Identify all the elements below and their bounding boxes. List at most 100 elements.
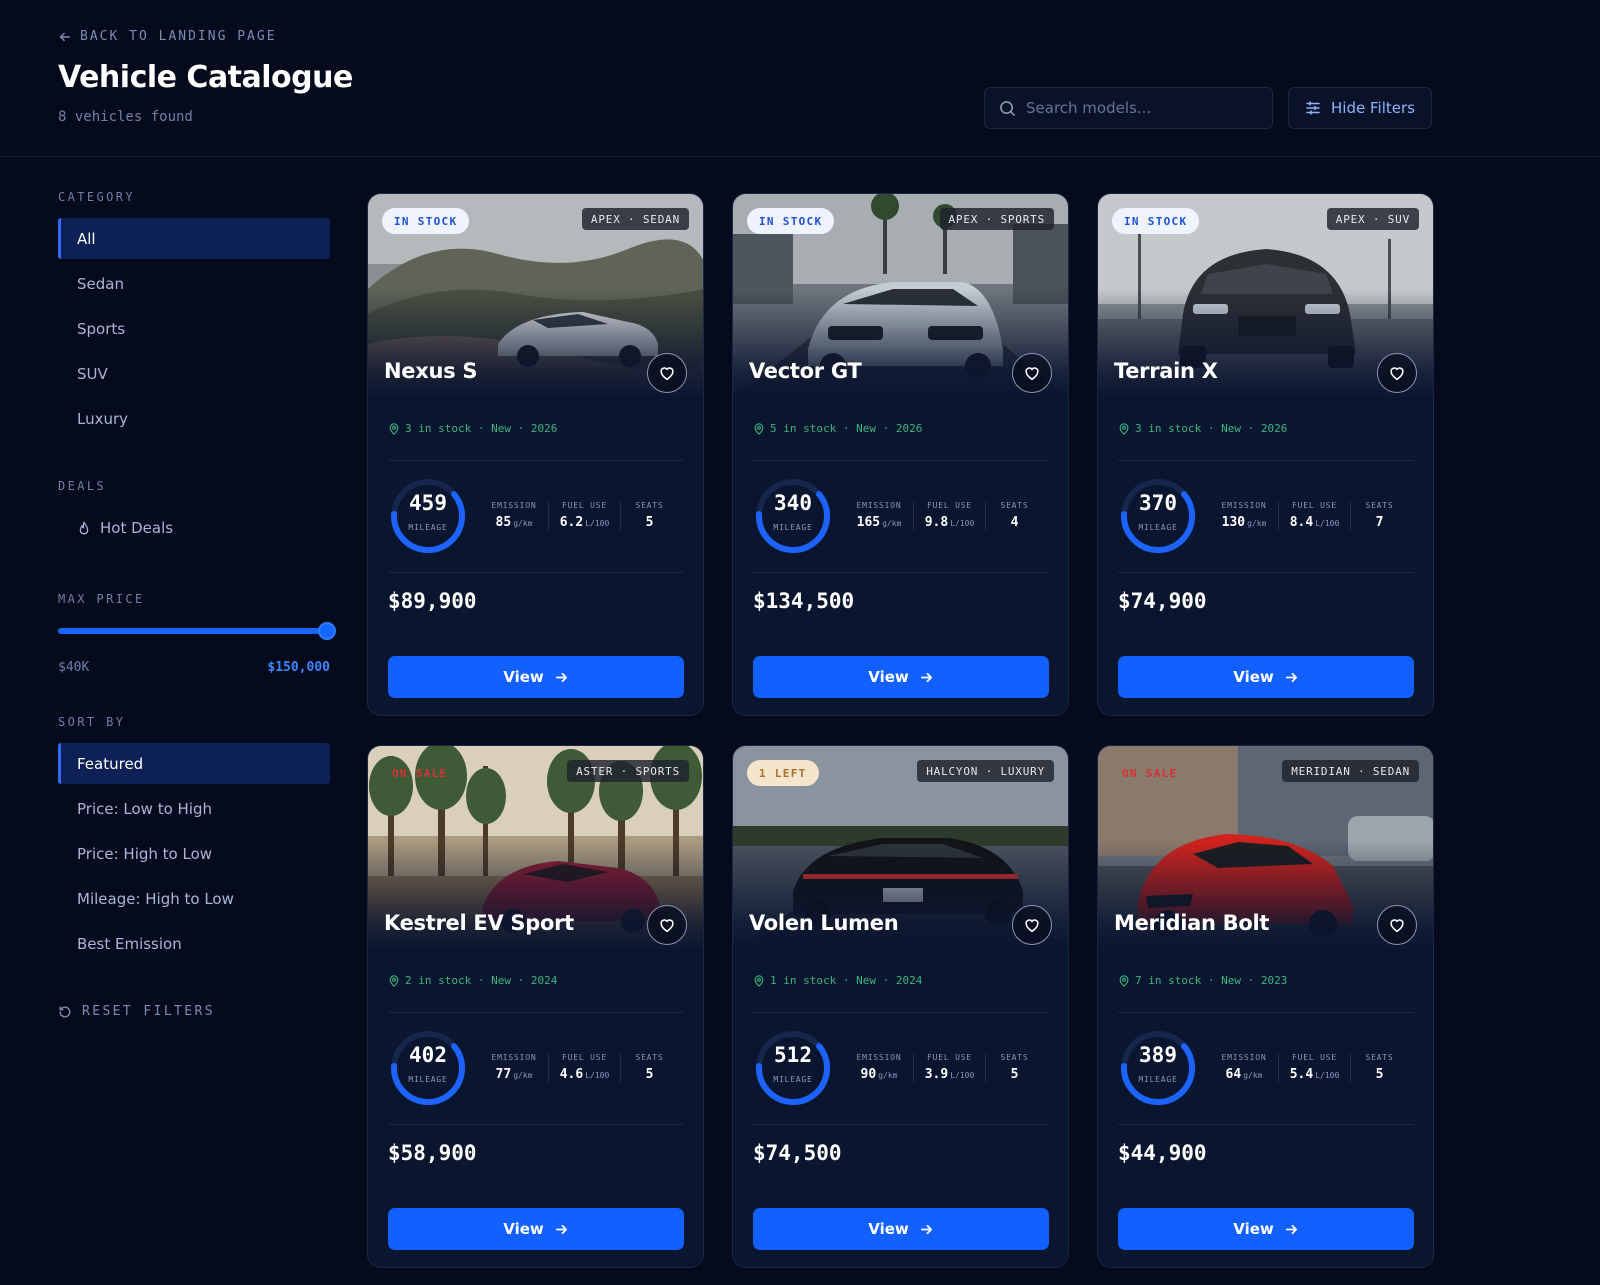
fuel-use-value: 9.8 L/100 <box>925 515 975 530</box>
spec-stats: EMISSION 130 g/km FUEL USE 8.4 L/100 SEATS… <box>1210 501 1408 530</box>
sort-option-featured[interactable]: Featured <box>58 743 330 784</box>
mileage-ring <box>756 479 830 553</box>
vehicle-card[interactable]: IN STOCK APEX · SUV Terrain X 3 in stock… <box>1097 193 1434 716</box>
view-button-label: View <box>868 668 909 686</box>
card-divider <box>1118 460 1414 461</box>
back-to-landing-link[interactable]: Back to Landing Page <box>58 29 277 44</box>
spec-stats: EMISSION 64 g/km FUEL USE 5.4 L/100 SEATS … <box>1210 1053 1408 1082</box>
mileage-ring <box>1121 1031 1195 1105</box>
stock-info: 3 in stock · New · 2026 <box>1118 422 1287 435</box>
hide-filters-button[interactable]: Hide Filters <box>1288 87 1432 129</box>
favorite-button[interactable] <box>1012 353 1052 393</box>
emission-stat: EMISSION 64 g/km <box>1210 1053 1278 1082</box>
fuel-use-stat: FUEL USE 4.6 L/100 <box>548 1053 620 1082</box>
vehicle-card[interactable]: IN STOCK APEX · SEDAN Nexus S 3 in stock… <box>367 193 704 716</box>
emission-label: EMISSION <box>856 501 902 510</box>
back-link-label: Back to Landing Page <box>80 29 277 44</box>
view-button[interactable]: View <box>753 656 1049 698</box>
favorite-button[interactable] <box>1012 905 1052 945</box>
hot-deals-option[interactable]: Hot Deals <box>58 507 330 548</box>
category-option-all[interactable]: All <box>58 218 330 259</box>
vehicle-card[interactable]: IN STOCK APEX · SPORTS Vector GT 5 in st… <box>732 193 1069 716</box>
reset-filters-button[interactable]: Reset Filters <box>58 1004 330 1019</box>
page-title: Vehicle Catalogue <box>58 60 353 95</box>
mileage-value: 512 <box>774 1043 812 1067</box>
fuel-use-number: 4.6 <box>559 1067 584 1082</box>
brand-category-badge: APEX · SEDAN <box>581 208 689 230</box>
fuel-use-number: 5.4 <box>1289 1067 1314 1082</box>
mileage-label: MILEAGE <box>1138 523 1178 532</box>
favorite-button[interactable] <box>647 353 687 393</box>
favorite-button[interactable] <box>1377 353 1417 393</box>
max-price-slider-thumb[interactable] <box>318 622 336 640</box>
emission-number: 77 <box>495 1067 512 1082</box>
arrow-right-icon <box>1285 1224 1297 1234</box>
vehicle-card[interactable]: 1 LEFT HALCYON · LUXURY Volen Lumen 1 in… <box>732 745 1069 1268</box>
category-option-luxury[interactable]: Luxury <box>58 398 330 439</box>
fuel-use-value: 5.4 L/100 <box>1290 1067 1340 1082</box>
favorite-button[interactable] <box>1377 905 1417 945</box>
emission-number: 165 <box>856 515 881 530</box>
view-button[interactable]: View <box>1118 1208 1414 1250</box>
fuel-use-number: 6.2 <box>559 515 584 530</box>
hide-filters-label: Hide Filters <box>1331 99 1415 117</box>
fuel-use-stat: FUEL USE 8.4 L/100 <box>1278 501 1350 530</box>
search-input[interactable] <box>1026 99 1256 117</box>
seats-stat: SEATS 4 <box>985 501 1043 530</box>
deals-list: Hot Deals <box>58 507 330 548</box>
vehicle-name: Kestrel EV Sport <box>384 911 574 935</box>
emission-stat: EMISSION 77 g/km <box>480 1053 548 1082</box>
mileage-label: MILEAGE <box>408 1075 448 1084</box>
sort-option-price-low-high[interactable]: Price: Low to High <box>58 788 330 829</box>
view-button[interactable]: View <box>388 656 684 698</box>
emission-value: 90 g/km <box>861 1067 898 1082</box>
category-option-suv[interactable]: SUV <box>58 353 330 394</box>
heart-icon <box>1025 367 1039 381</box>
fuel-use-label: FUEL USE <box>1292 1053 1337 1062</box>
emission-unit: g/km <box>878 1071 898 1080</box>
stock-badge: ON SALE <box>1122 766 1178 780</box>
fuel-use-number: 3.9 <box>924 1067 949 1082</box>
stock-badge: IN STOCK <box>1112 208 1200 234</box>
vehicle-name: Nexus S <box>384 359 478 383</box>
emission-unit: g/km <box>882 519 902 528</box>
card-divider <box>388 1124 684 1125</box>
emission-value: 85 g/km <box>496 515 533 530</box>
emission-value: 165 g/km <box>857 515 902 530</box>
sort-option-best-emission[interactable]: Best Emission <box>58 923 330 964</box>
view-button[interactable]: View <box>753 1208 1049 1250</box>
category-option-sedan[interactable]: Sedan <box>58 263 330 304</box>
stock-info-text: 5 in stock · New · 2026 <box>770 422 923 435</box>
mileage-ring <box>1121 479 1195 553</box>
max-price-label: Max Price <box>58 592 145 606</box>
stock-info-text: 3 in stock · New · 2026 <box>1135 422 1288 435</box>
location-pin-icon <box>389 422 399 435</box>
view-button-label: View <box>868 1220 909 1238</box>
emission-value: 64 g/km <box>1226 1067 1263 1082</box>
seats-stat: SEATS 5 <box>1350 1053 1408 1082</box>
vehicle-card[interactable]: ON SALE MERIDIAN · SEDAN Meridian Bolt 7… <box>1097 745 1434 1268</box>
mileage-gauge: 370 MILEAGE <box>1118 476 1195 553</box>
vehicle-price: $44,900 <box>1118 1141 1207 1165</box>
sort-option-mileage-high-low[interactable]: Mileage: High to Low <box>58 878 330 919</box>
mileage-ring <box>391 479 465 553</box>
view-button[interactable]: View <box>388 1208 684 1250</box>
fuel-use-label: FUEL USE <box>562 1053 607 1062</box>
vehicle-card[interactable]: ON SALE ASTER · SPORTS Kestrel EV Sport … <box>367 745 704 1268</box>
location-pin-icon <box>754 974 764 987</box>
arrow-right-icon <box>555 1224 567 1234</box>
stock-badge: 1 LEFT <box>747 760 819 786</box>
card-divider <box>388 572 684 573</box>
seats-value: 4 <box>1010 515 1019 530</box>
emission-unit: g/km <box>513 519 533 528</box>
sort-option-price-high-low[interactable]: Price: High to Low <box>58 833 330 874</box>
fuel-use-label: FUEL USE <box>927 501 972 510</box>
stock-info: 7 in stock · New · 2023 <box>1118 974 1287 987</box>
favorite-button[interactable] <box>647 905 687 945</box>
fuel-use-label: FUEL USE <box>1292 501 1337 510</box>
category-option-sports[interactable]: Sports <box>58 308 330 349</box>
max-price-slider[interactable] <box>58 622 336 640</box>
arrow-right-icon <box>920 672 932 682</box>
fuel-use-unit: L/100 <box>1315 519 1340 528</box>
view-button[interactable]: View <box>1118 656 1414 698</box>
